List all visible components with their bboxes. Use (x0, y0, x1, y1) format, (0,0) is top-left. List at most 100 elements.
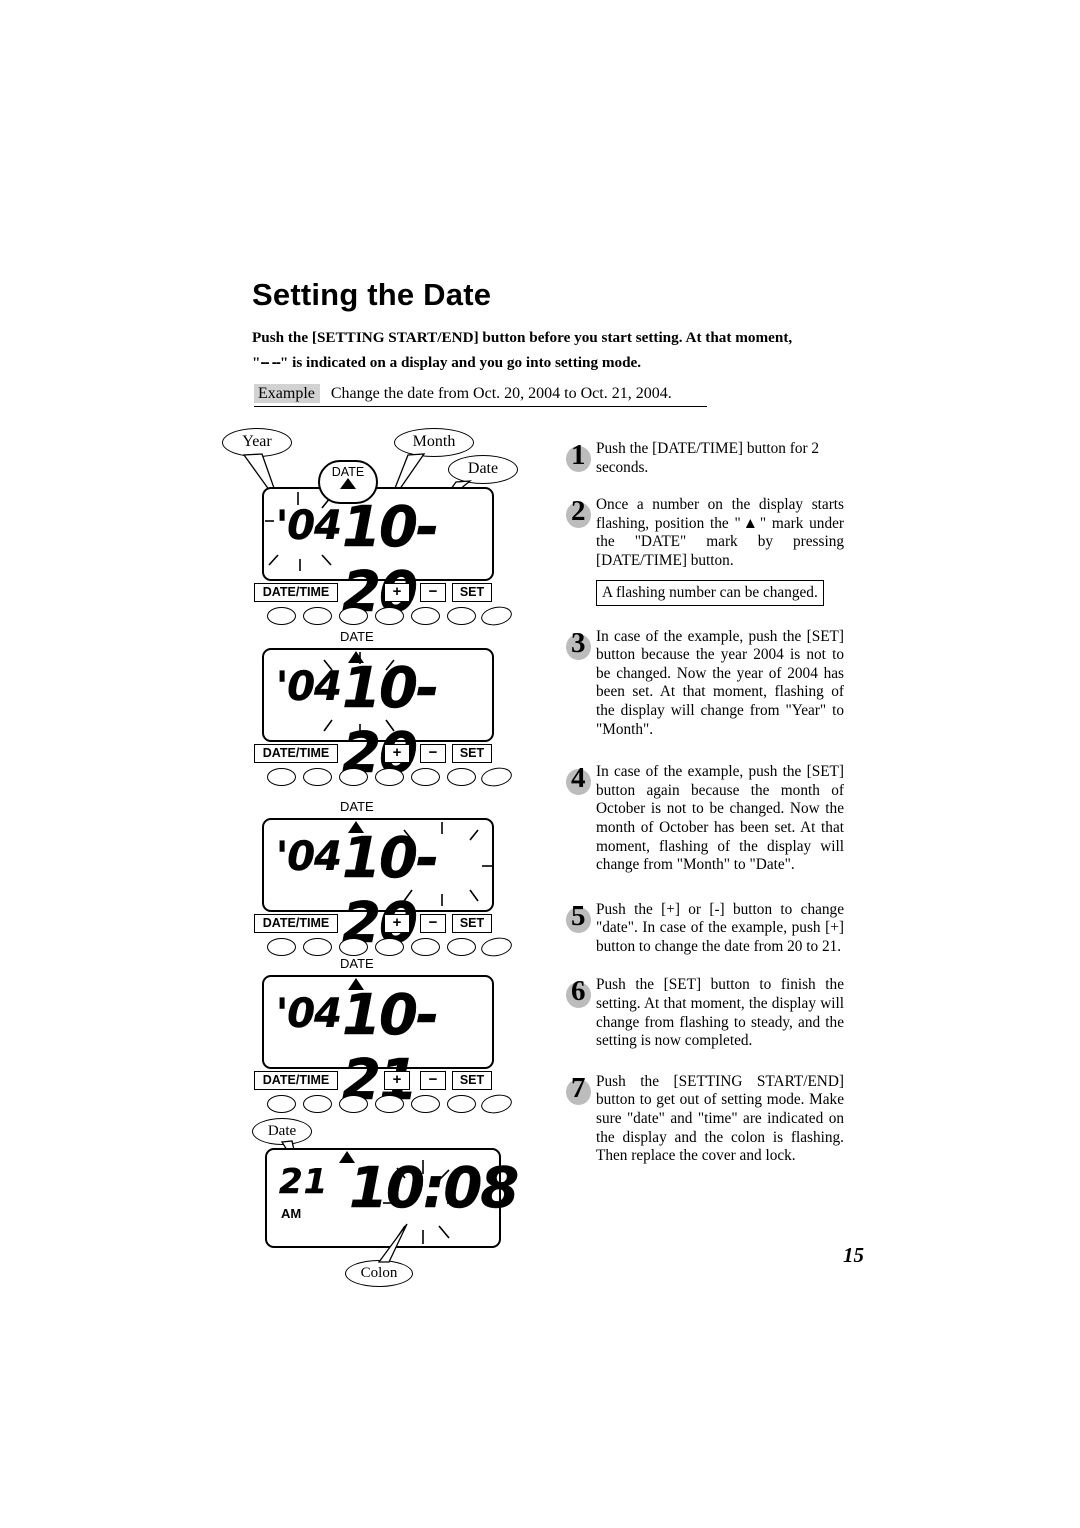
page-title: Setting the Date (252, 277, 492, 312)
plus-button-3[interactable]: + (384, 914, 410, 933)
step-7: 7 Push the [SETTING START/END] button to… (566, 1072, 844, 1166)
key-oval-6[interactable] (447, 607, 476, 625)
step-number-4: 4 (566, 762, 596, 797)
minus-button-4[interactable]: − (420, 1071, 446, 1090)
step-number-2: 2 (566, 495, 596, 530)
step-text-3: In case of the example, push the [SET] b… (596, 627, 844, 738)
key-oval-7[interactable] (479, 604, 514, 628)
key-oval-3[interactable] (339, 1095, 368, 1113)
triangle-icon-5 (339, 1151, 355, 1163)
step-number-7: 7 (566, 1072, 596, 1107)
key-oval-4[interactable] (375, 1095, 404, 1113)
example-tag: Example (254, 384, 320, 403)
plus-button-4[interactable]: + (384, 1071, 410, 1090)
key-oval-7[interactable] (479, 935, 514, 959)
flash-marks-year-1 (265, 492, 332, 571)
key-oval-2[interactable] (303, 768, 332, 786)
plus-button-2[interactable]: + (384, 744, 410, 763)
date-marker-oval-1: DATE (318, 460, 378, 504)
lead-line-2: "-- --" is indicated on a display and yo… (252, 354, 642, 371)
callout-colon-bubble: Colon (345, 1260, 413, 1287)
step-1: 1 Push the [DATE/TIME] button for 2 seco… (566, 439, 844, 477)
example-row: Example Change the date from Oct. 20, 200… (254, 384, 707, 407)
key-oval-1[interactable] (267, 607, 296, 625)
page-number: 15 (843, 1243, 864, 1267)
key-oval-3[interactable] (339, 938, 368, 956)
key-oval-4[interactable] (375, 768, 404, 786)
key-oval-6[interactable] (447, 938, 476, 956)
key-oval-2[interactable] (303, 1095, 332, 1113)
lead-paragraph: Push the [SETTING START/END] button befo… (252, 325, 830, 375)
key-oval-4[interactable] (375, 607, 404, 625)
lcd-panel-4: '04 10-21 (262, 975, 494, 1113)
step-text-5: Push the [+] or [-] button to change "da… (596, 900, 844, 955)
button-row-4: DATE/TIME + − SET (254, 1071, 514, 1116)
key-oval-5[interactable] (411, 607, 440, 625)
flash-marks-date-3 (403, 822, 492, 906)
key-oval-3[interactable] (339, 607, 368, 625)
button-row-1: DATE/TIME + − SET (254, 583, 514, 628)
key-oval-1[interactable] (267, 1095, 296, 1113)
example-text: Change the date from Oct. 20, 2004 to Oc… (330, 385, 672, 402)
step-4: 4 In case of the example, push the [SET]… (566, 762, 844, 875)
manual-page: Setting the Date Push the [SETTING START… (0, 0, 1080, 1528)
set-button-1[interactable]: SET (452, 583, 492, 602)
step-2: 2 Once a number on the display starts fl… (566, 495, 844, 606)
key-oval-1[interactable] (267, 768, 296, 786)
triangle-icon-1 (340, 478, 356, 489)
date-time-button-4[interactable]: DATE/TIME (254, 1071, 338, 1090)
key-oval-1[interactable] (267, 938, 296, 956)
key-oval-5[interactable] (411, 1095, 440, 1113)
step-text-2: Once a number on the display starts flas… (596, 496, 844, 569)
key-oval-6[interactable] (447, 1095, 476, 1113)
key-oval-7[interactable] (479, 1092, 514, 1116)
key-oval-3[interactable] (339, 768, 368, 786)
key-oval-7[interactable] (479, 765, 514, 789)
lcd-day-5: 21 (279, 1162, 329, 1202)
key-oval-4[interactable] (375, 938, 404, 956)
flash-marks-month-2 (323, 652, 395, 736)
steps-list: 1 Push the [DATE/TIME] button for 2 seco… (566, 439, 844, 1181)
step-6: 6 Push the [SET] button to finish the se… (566, 975, 844, 1050)
date-marker-label-3: DATE (340, 799, 374, 814)
date-marker-label-1: DATE (331, 465, 365, 479)
key-oval-2[interactable] (303, 938, 332, 956)
date-time-button-2[interactable]: DATE/TIME (254, 744, 338, 763)
lcd-year-3: '04 (276, 834, 342, 880)
lcd-am-label-5: AM (281, 1206, 302, 1221)
set-button-3[interactable]: SET (452, 914, 492, 933)
minus-button-3[interactable]: − (420, 914, 446, 933)
step-text-7: Push the [SETTING START/END] button to g… (596, 1072, 844, 1165)
minus-button-2[interactable]: − (420, 744, 446, 763)
step-2-note: A flashing number can be changed. (596, 579, 824, 606)
step-number-6: 6 (566, 975, 596, 1010)
step-text-4: In case of the example, push the [SET] b… (596, 763, 844, 874)
step-5: 5 Push the [+] or [-] button to change "… (566, 900, 844, 957)
step-number-3: 3 (566, 627, 596, 662)
triangle-icon-2 (348, 651, 364, 663)
button-row-3: DATE/TIME + − SET (254, 914, 514, 959)
step-text-1: Push the [DATE/TIME] button for 2 second… (596, 440, 820, 476)
key-oval-5[interactable] (411, 938, 440, 956)
lead-line-1: Push the [SETTING START/END] button befo… (252, 329, 793, 346)
step-number-5: 5 (566, 900, 596, 935)
date-marker-label-2: DATE (340, 629, 374, 644)
callout-colon-tail (377, 1223, 408, 1263)
dash-indicator: -- -- (260, 354, 280, 371)
step-text-6: Push the [SET] button to finish the sett… (596, 976, 844, 1050)
set-button-4[interactable]: SET (452, 1071, 492, 1090)
step-number-1: 1 (566, 439, 596, 474)
date-time-button-3[interactable]: DATE/TIME (254, 914, 338, 933)
step-3: 3 In case of the example, push the [SET]… (566, 627, 844, 740)
plus-button-1[interactable]: + (384, 583, 410, 602)
lcd-year-4: '04 (276, 991, 342, 1037)
minus-button-1[interactable]: − (420, 583, 446, 602)
key-oval-2[interactable] (303, 607, 332, 625)
key-oval-6[interactable] (447, 768, 476, 786)
triangle-icon-4 (348, 978, 364, 990)
date-time-button-1[interactable]: DATE/TIME (254, 583, 338, 602)
button-row-2: DATE/TIME + − SET (254, 744, 514, 789)
set-button-2[interactable]: SET (452, 744, 492, 763)
triangle-icon-3 (348, 821, 364, 833)
key-oval-5[interactable] (411, 768, 440, 786)
